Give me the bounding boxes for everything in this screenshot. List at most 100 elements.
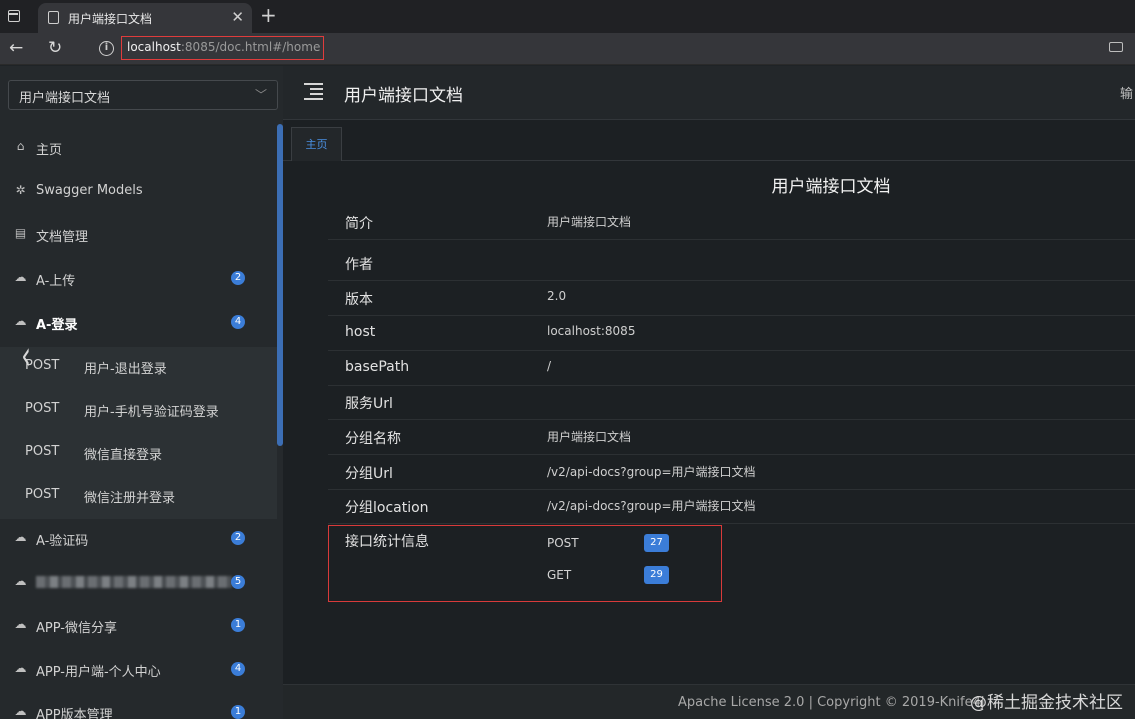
http-method: POST xyxy=(25,487,60,502)
group-select-value: 用户端接口文档 xyxy=(19,91,111,106)
footer-license: Apache License 2.0 | Copyright © 2019-Kn… xyxy=(678,695,985,710)
api-stats-box: 接口统计信息 POST 27 GET 29 xyxy=(328,525,722,602)
info-row-group-name: 分组名称 用户端接口文档 xyxy=(328,420,1135,455)
http-method: POST xyxy=(25,401,60,416)
cloud-icon: ☁ xyxy=(14,661,27,675)
cloud-icon: ☁ xyxy=(14,270,27,284)
count-badge: 1 xyxy=(231,618,245,632)
main-header: 用户端接口文档 输 xyxy=(283,66,1135,120)
address-bar[interactable]: localhost:8085/doc.html#/home xyxy=(121,36,324,60)
sidebar-item-label: APP-用户端-个人中心 xyxy=(36,665,161,680)
cloud-icon: ☁ xyxy=(14,530,27,544)
row-label: basePath xyxy=(345,359,410,375)
sidebar-item-home[interactable]: ⌂ 主页 xyxy=(0,129,277,165)
sidebar-item-label: Swagger Models xyxy=(36,183,143,198)
sidebar-item-user-center[interactable]: ☁ APP-用户端-个人中心 4 xyxy=(0,651,277,687)
stat-count-badge: 27 xyxy=(644,534,669,552)
main-content: 用户端接口文档 输 主页 用户端接口文档 简介 用户端接口文档 作者 版本 2.… xyxy=(283,66,1135,719)
doc-title: 用户端接口文档 xyxy=(771,177,891,197)
row-label: 服务Url xyxy=(345,396,393,412)
chevron-left-icon[interactable]: ‹ xyxy=(21,336,31,376)
new-tab-icon[interactable]: + xyxy=(260,4,277,26)
back-arrow-icon[interactable]: ← xyxy=(9,37,23,59)
tab-home[interactable]: 主页 xyxy=(291,127,342,161)
info-row-description: 简介 用户端接口文档 xyxy=(328,205,1135,240)
sidebar: 用户端接口文档 ﹀ ⌂ 主页 ✲ Swagger Models ▤ 文档管理 ☁… xyxy=(0,66,283,719)
sidebar-item-wechat-share[interactable]: ☁ APP-微信分享 1 xyxy=(0,607,277,643)
reload-icon[interactable]: ↻ xyxy=(48,37,62,59)
info-row-author: 作者 xyxy=(328,246,1135,281)
info-row-basepath: basePath / xyxy=(328,351,1135,386)
row-label: 简介 xyxy=(345,216,373,232)
window-menu-icon[interactable] xyxy=(8,10,20,22)
close-tab-icon[interactable]: ✕ xyxy=(231,8,244,26)
row-label: 版本 xyxy=(345,292,373,308)
cloud-icon: ☁ xyxy=(14,574,27,588)
row-value: 用户端接口文档 xyxy=(547,430,632,444)
count-badge: 4 xyxy=(231,315,245,329)
page-favicon-icon xyxy=(48,11,59,24)
cloud-icon: ☁ xyxy=(14,617,27,631)
app-window: 用户端接口文档 ✕ + ← ↻ i localhost:8085/doc.htm… xyxy=(0,0,1135,719)
stat-row-post: POST 27 xyxy=(547,534,672,554)
browser-tab-strip: 用户端接口文档 ✕ + xyxy=(0,0,1135,33)
submenu-item[interactable]: POST 用户-手机号验证码登录 xyxy=(0,390,277,430)
sidebar-item-label: 主页 xyxy=(36,143,63,158)
group-select[interactable]: 用户端接口文档 ﹀ xyxy=(8,80,278,110)
sidebar-item-upload[interactable]: ☁ A-上传 2 xyxy=(0,260,277,296)
row-value: 2.0 xyxy=(547,289,567,303)
endpoint-label: 用户-退出登录 xyxy=(84,362,167,377)
endpoint-label: 用户-手机号验证码登录 xyxy=(84,405,219,420)
info-row-group-url: 分组Url /v2/api-docs?group=用户端接口文档 xyxy=(328,455,1135,490)
page-title: 用户端接口文档 xyxy=(344,86,463,106)
home-icon: ⌂ xyxy=(16,139,25,153)
sidebar-item-version[interactable]: ☁ APP版本管理 1 xyxy=(0,694,277,719)
count-badge: 2 xyxy=(231,531,245,545)
sidebar-item-label: A-验证码 xyxy=(36,534,89,549)
row-value: /v2/api-docs?group=用户端接口文档 xyxy=(547,499,756,513)
row-value: /v2/api-docs?group=用户端接口文档 xyxy=(547,465,756,479)
site-info-icon[interactable]: i xyxy=(99,41,114,56)
device-icon[interactable] xyxy=(1109,42,1123,52)
sidebar-item-login[interactable]: ☁ A-登录 4 xyxy=(0,304,277,340)
endpoint-label: 微信注册并登录 xyxy=(84,491,176,506)
models-icon: ✲ xyxy=(15,183,26,197)
browser-tab[interactable]: 用户端接口文档 ✕ xyxy=(38,3,252,33)
browser-tab-title: 用户端接口文档 xyxy=(68,12,153,26)
info-row-service-url: 服务Url xyxy=(328,385,1135,420)
sidebar-item-swagger-models[interactable]: ✲ Swagger Models xyxy=(0,173,277,209)
page-tabs: 主页 xyxy=(283,121,1135,161)
row-value: / xyxy=(547,359,552,373)
row-label: 分组名称 xyxy=(345,431,401,447)
header-right-text[interactable]: 输 xyxy=(1120,83,1133,102)
row-label: 分组location xyxy=(345,500,429,516)
stat-count-badge: 29 xyxy=(644,566,669,584)
row-label: 作者 xyxy=(345,257,373,273)
sidebar-item-label: A-登录 xyxy=(36,318,78,333)
row-label: 分组Url xyxy=(345,466,393,482)
doc-manage-icon: ▤ xyxy=(14,226,27,240)
submenu-item[interactable]: POST 微信直接登录 xyxy=(0,433,277,473)
cloud-icon: ☁ xyxy=(14,704,27,718)
menu-fold-icon[interactable] xyxy=(304,83,323,100)
sidebar-item-label: APP-微信分享 xyxy=(36,621,117,636)
redacted-label xyxy=(36,574,232,589)
browser-toolbar: ← ↻ i localhost:8085/doc.html#/home xyxy=(0,33,1135,65)
sidebar-item-doc-manage[interactable]: ▤ 文档管理 xyxy=(0,216,277,252)
stat-row-get: GET 29 xyxy=(547,566,672,586)
info-row-host: host localhost:8085 xyxy=(328,316,1135,351)
count-badge: 4 xyxy=(231,662,245,676)
stat-method: POST xyxy=(547,536,579,550)
row-value: 用户端接口文档 xyxy=(547,215,632,229)
cloud-icon: ☁ xyxy=(14,314,27,328)
sidebar-item-captcha[interactable]: ☁ A-验证码 2 xyxy=(0,520,277,556)
submenu-item[interactable]: POST 微信注册并登录 xyxy=(0,476,277,516)
sidebar-item-redacted[interactable]: ☁ 5 xyxy=(0,564,277,600)
submenu-item[interactable]: POST 用户-退出登录 xyxy=(0,347,277,387)
chevron-down-icon: ﹀ xyxy=(254,88,267,102)
watermark-text: @稀土掘金技术社区 xyxy=(970,693,1123,713)
info-row-version: 版本 2.0 xyxy=(328,281,1135,316)
row-label: host xyxy=(345,324,376,340)
stat-method: GET xyxy=(547,568,572,582)
count-badge: 2 xyxy=(231,271,245,285)
